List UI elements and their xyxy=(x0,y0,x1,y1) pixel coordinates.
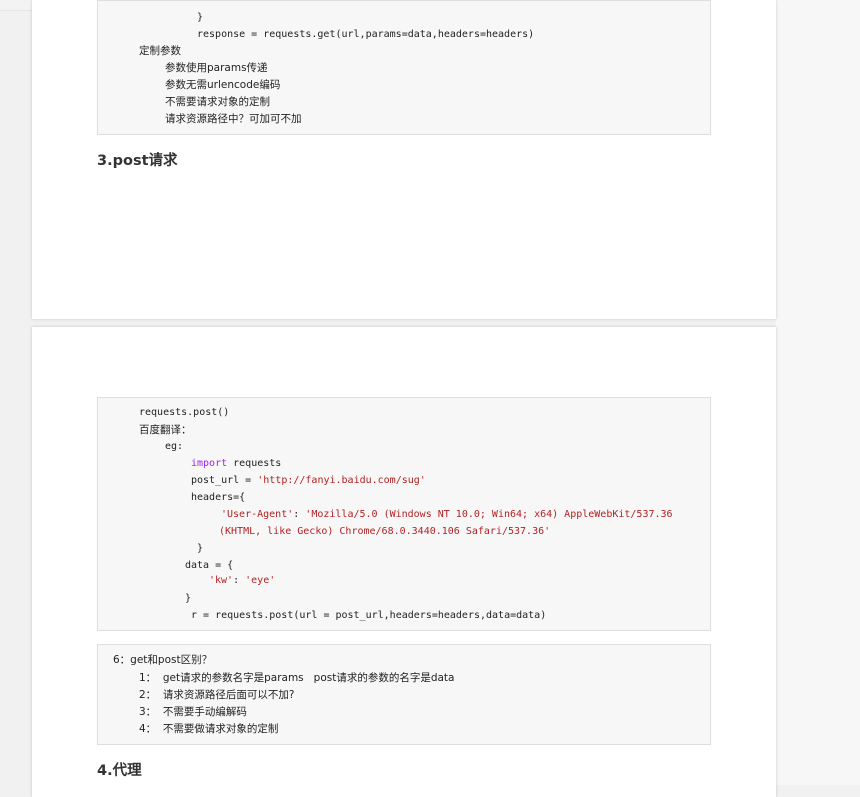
code-line: 'kw': 'eye' xyxy=(209,574,275,588)
code-line: post_url = 'http://fanyi.baidu.com/sug' xyxy=(191,474,426,488)
string-literal: 'eye' xyxy=(245,575,276,586)
code-line: 参数使用params传递 xyxy=(165,62,268,74)
code-block-get: } response = requests.get(url,params=dat… xyxy=(97,0,711,135)
separator: : xyxy=(233,575,246,586)
string-literal: 'User-Agent' xyxy=(221,509,294,520)
code-line: } xyxy=(197,543,204,554)
code-line: } xyxy=(197,12,204,23)
code-line: 参数无需urlencode编码 xyxy=(165,79,281,91)
code-line: 6：get和post区别？ xyxy=(113,654,213,666)
code-block-post: requests.post() 百度翻译： eg: import request… xyxy=(97,397,711,631)
code-line: (KHTML, like Gecko) Chrome/68.0.3440.106… xyxy=(219,526,551,537)
code-line: data = { xyxy=(185,560,234,571)
code-line: response = requests.get(url,params=data,… xyxy=(197,29,535,40)
section-heading: 4.代理 xyxy=(97,763,142,779)
separator: : xyxy=(293,509,306,520)
section-heading: 3.post请求 xyxy=(97,153,178,169)
code-line: } xyxy=(185,593,192,604)
code-line: 不需要请求对象的定制 xyxy=(165,96,270,108)
code-line: 百度翻译： xyxy=(139,424,192,436)
code-line: 3： 不需要手动编解码 xyxy=(139,706,247,718)
code-line: 请求资源路径中？可加可不加 xyxy=(165,113,302,125)
code-line: import requests xyxy=(191,457,281,471)
code-line: 1： get请求的参数名字是params post请求的参数的名字是data xyxy=(139,672,455,684)
keyword: import xyxy=(191,458,228,469)
code-line: 定制参数 xyxy=(139,45,181,57)
string-literal: 'Mozilla/5.0 (Windows NT 10.0; Win64; x6… xyxy=(305,509,673,520)
variable: post_url = xyxy=(191,475,258,486)
string-literal: 'http://fanyi.baidu.com/sug' xyxy=(257,475,426,486)
code-line: requests.post() xyxy=(139,407,230,418)
document-page-2: requests.post() 百度翻译： eg: import request… xyxy=(32,327,776,797)
code-line: headers={ xyxy=(191,492,246,503)
code-line: r = requests.post(url = post_url,headers… xyxy=(191,610,547,621)
code-line: 4： 不需要做请求对象的定制 xyxy=(139,723,279,735)
right-margin xyxy=(776,0,860,785)
code-line: eg: xyxy=(165,441,184,452)
code-line: 'User-Agent': 'Mozilla/5.0 (Windows NT 1… xyxy=(221,508,673,522)
module-name: requests xyxy=(227,458,282,469)
string-literal: 'kw' xyxy=(209,575,234,586)
document-page-1: } response = requests.get(url,params=dat… xyxy=(32,0,776,319)
code-line: 2： 请求资源路径后面可以不加? xyxy=(139,689,295,701)
code-block-difference: 6：get和post区别？ 1： get请求的参数名字是params post请… xyxy=(97,644,711,745)
